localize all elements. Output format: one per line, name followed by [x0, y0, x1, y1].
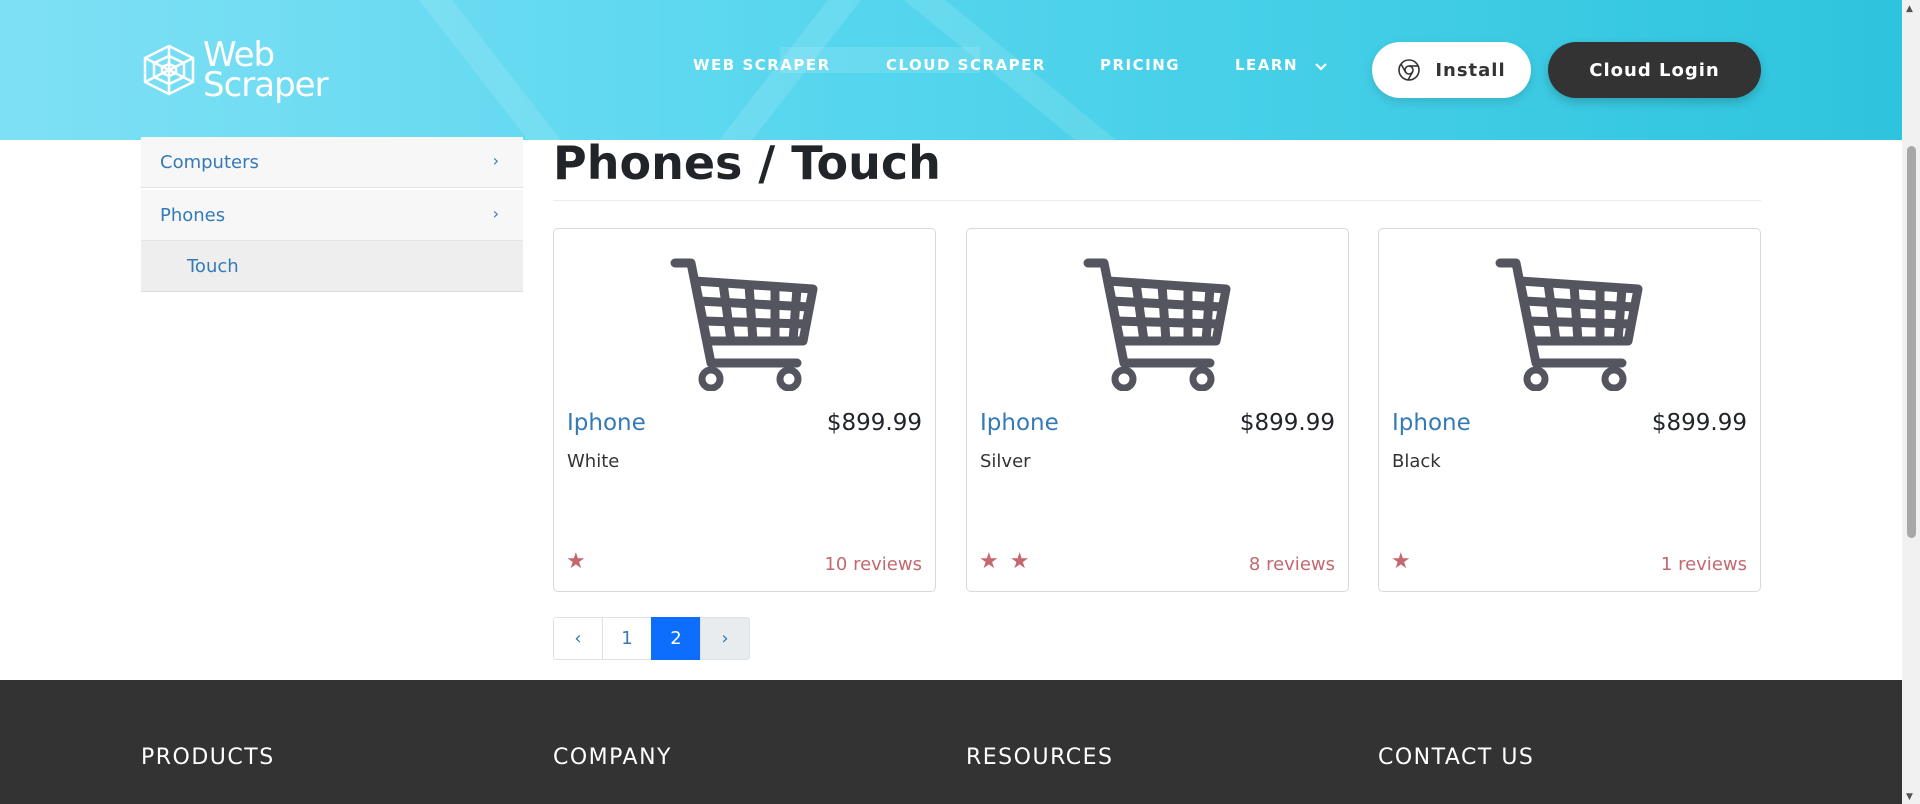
footer-heading-resources: RESOURCES [966, 745, 1114, 770]
install-button[interactable]: Install [1372, 42, 1531, 98]
nav-pricing[interactable]: PRICING [1100, 56, 1180, 74]
review-count: 8 reviews [1248, 554, 1335, 575]
logo[interactable]: Web Scraper [141, 38, 329, 105]
chevron-right-icon: › [492, 151, 499, 170]
nav-web-scraper[interactable]: WEB SCRAPER [693, 56, 831, 74]
footer-heading-company: COMPANY [553, 745, 672, 770]
sidebar-subitem-touch[interactable]: Touch [141, 241, 523, 292]
product-description: White [567, 451, 620, 472]
pagination-prev-button[interactable]: ‹ [553, 617, 603, 660]
product-title-link[interactable]: Iphone [980, 410, 1059, 436]
page-title: Phones / Touch [553, 136, 941, 190]
chevron-down-icon [1314, 63, 1327, 71]
product-price: $899.99 [1651, 410, 1747, 436]
sidebar-item-computers[interactable]: Computers › [141, 137, 523, 188]
star-rating-icon: ★ [1391, 549, 1413, 574]
pagination-page-1[interactable]: 1 [602, 617, 652, 660]
site-footer: PRODUCTS COMPANY RESOURCES CONTACT US [0, 680, 1902, 804]
footer-heading-products: PRODUCTS [141, 745, 275, 770]
review-count: 10 reviews [824, 554, 922, 575]
pagination: ‹ 1 2 › [553, 617, 750, 660]
product-card: Iphone $899.99 Silver ★ ★ 8 reviews [966, 228, 1349, 592]
logo-text: Web Scraper [203, 38, 329, 105]
install-label: Install [1435, 59, 1506, 81]
nav-learn-label: LEARN [1235, 56, 1299, 74]
site-header: Web Scraper WEB SCRAPER CLOUD SCRAPER PR… [0, 0, 1902, 140]
star-rating-icon: ★ [566, 549, 588, 574]
product-title-link[interactable]: Iphone [567, 410, 646, 436]
logo-line-2: Scraper [203, 65, 329, 105]
shopping-cart-icon [1083, 258, 1231, 391]
nav-cloud-scraper[interactable]: CLOUD SCRAPER [886, 56, 1046, 74]
shopping-cart-icon [670, 258, 818, 391]
chrome-icon [1398, 59, 1421, 81]
product-price: $899.99 [826, 410, 922, 436]
product-description: Black [1392, 451, 1441, 472]
spider-web-icon [143, 44, 195, 96]
sidebar-subitem-label: Touch [187, 255, 239, 277]
chevron-right-icon: › [492, 204, 499, 223]
footer-heading-contact: CONTACT US [1378, 745, 1535, 770]
product-title-link[interactable]: Iphone [1392, 410, 1471, 436]
product-card: Iphone $899.99 White ★ 10 reviews [553, 228, 936, 592]
scroll-up-arrow-icon[interactable]: ▲ [1906, 4, 1913, 14]
shopping-cart-icon [1495, 258, 1643, 391]
nav-learn[interactable]: LEARN [1235, 56, 1327, 74]
pagination-page-2-active[interactable]: 2 [651, 617, 701, 660]
title-divider [553, 200, 1761, 201]
review-count: 1 reviews [1660, 554, 1747, 575]
product-card: Iphone $899.99 Black ★ 1 reviews [1378, 228, 1761, 592]
scrollbar-thumb[interactable] [1907, 146, 1916, 538]
sidebar-item-phones[interactable]: Phones › [141, 190, 523, 241]
pagination-next-button[interactable]: › [700, 617, 750, 660]
cloud-login-button[interactable]: Cloud Login [1548, 42, 1761, 98]
scrollbar[interactable]: ▲ ▼ [1902, 0, 1920, 804]
scroll-down-arrow-icon[interactable]: ▼ [1906, 792, 1913, 802]
product-price: $899.99 [1239, 410, 1335, 436]
product-description: Silver [980, 451, 1031, 472]
star-rating-icon: ★ ★ [979, 549, 1032, 574]
sidebar-item-label: Computers [160, 151, 259, 173]
sidebar-item-label: Phones [160, 204, 226, 226]
